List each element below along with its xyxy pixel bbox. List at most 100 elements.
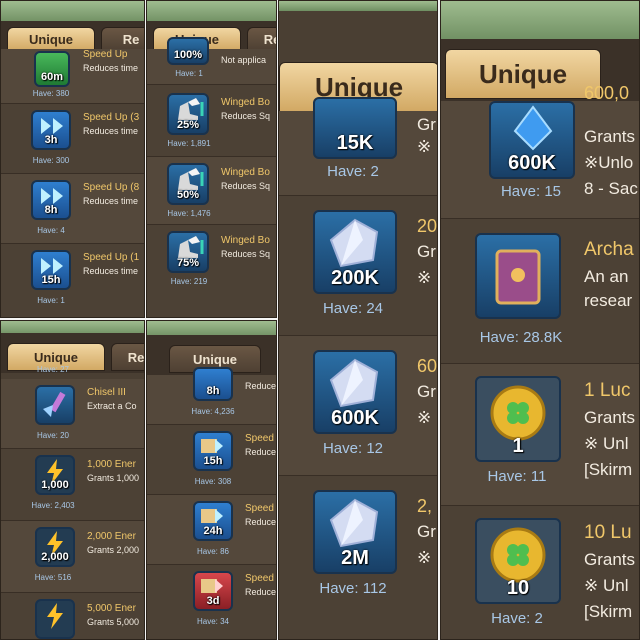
item-name: Winged Bo (221, 97, 270, 108)
item-row[interactable]: 200K Have: 24 20 Gr ※ (279, 196, 437, 336)
item-row[interactable]: 2,000 Have: 516 2,000 Ener Grants 2,000 (1, 521, 144, 593)
item-badge: 3d (206, 595, 220, 607)
item-row[interactable]: Have: 28.8K Archa An an resear (441, 219, 639, 364)
item-badge: 8h (44, 204, 58, 216)
item-note: ※ Unl (584, 576, 629, 595)
item-list[interactable]: 600K Have: 15 600,0 Grants ※Unlo 8 - Sac… (441, 83, 639, 639)
item-description: Reduce (245, 517, 277, 527)
gem-icon (329, 358, 379, 408)
item-count: Have: 380 (32, 89, 70, 98)
lightning-icon (47, 603, 63, 629)
item-description: Reduces time (83, 63, 139, 73)
grass-strip (147, 1, 276, 23)
item-count: Have: 1,891 (167, 139, 211, 148)
item-note: ※ (417, 137, 432, 156)
item-count: Have: 34 (196, 617, 230, 626)
item-description: Reduces Sq (221, 181, 271, 191)
gem-item-icon: 600K (313, 350, 397, 434)
item-count: Have: 24 (322, 300, 384, 317)
item-count: Have: 2 (491, 610, 543, 627)
item-row[interactable]: 1,000 Have: 2,403 1,000 Ener Grants 1,00… (1, 449, 144, 521)
book-icon (495, 249, 541, 305)
speedup-item-icon: 15h (31, 250, 71, 290)
item-extra: [Skirm (584, 460, 633, 479)
item-name: 60 (417, 356, 438, 376)
item-description: Reduce (245, 447, 277, 457)
item-row[interactable]: 1 Have: 11 1 Luc Grants ※ Unl [Skirm (441, 364, 639, 506)
item-note: resear (584, 291, 633, 310)
item-row[interactable]: 600K Have: 15 600,0 Grants ※Unlo 8 - Sac (441, 83, 639, 219)
panel-gems: Unique 15K Have: 2 Gr ※ 200K Have: 24 20… (278, 0, 438, 640)
item-row[interactable]: 24h Have: 86 Speed Reduce (147, 495, 276, 565)
item-row[interactable]: 8h Have: 4 Speed Up (8 Reduces time (1, 174, 144, 244)
item-count: Have: 1 (175, 69, 203, 78)
item-name: 5,000 Ener (87, 603, 136, 614)
item-description: Grants (584, 408, 636, 427)
crystal-item-icon: 600K (489, 101, 575, 179)
item-count: Have: 516 (34, 573, 72, 582)
item-badge: 25% (176, 119, 200, 131)
item-row[interactable]: 50% Have: 1,476 Winged Bo Reduces Sq (147, 157, 276, 225)
tab-unique[interactable]: Unique (7, 27, 95, 51)
panel-research-speedups: Unique 8h Have: 4,236 Reduce 15h Have: 3… (146, 320, 277, 640)
tab-resources[interactable]: Re (101, 27, 144, 51)
item-count: Have: 308 (194, 477, 232, 486)
item-list[interactable]: 8h Have: 4,236 Reduce 15h Have: 308 Spee… (147, 367, 276, 639)
item-row[interactable]: 2M Have: 112 2, Gr ※ (279, 476, 437, 639)
speedup-item-icon: 3h (31, 110, 71, 150)
item-description: Reduces time (83, 196, 139, 206)
item-row[interactable]: 60m Have: 380 Speed Up Reduces time (1, 49, 144, 104)
item-name: Speed (245, 503, 274, 514)
research-speedup-icon: 3d (193, 571, 233, 611)
item-description: Gr (417, 115, 436, 134)
item-row[interactable]: 3h Have: 300 Speed Up (3 Reduces time (1, 104, 144, 174)
panel-speedups: Unique Re 60m Have: 380 Speed Up Reduces… (0, 0, 145, 318)
item-row[interactable]: 5,000 Ener Grants 5,000 (1, 593, 144, 639)
item-row[interactable]: 3d Have: 34 Speed Reduce (147, 565, 276, 639)
panel-winged-boots: Unique Re 100% Have: 1 Not applica 25% H… (146, 0, 277, 318)
item-row[interactable]: 15h Have: 1 Speed Up (1 Reduces time (1, 244, 144, 317)
item-name: Speed Up (3 (83, 112, 140, 123)
item-row[interactable]: 8h Have: 4,236 Reduce (147, 367, 276, 425)
panel-tokens: Unique 600K Have: 15 600,0 Grants ※Unlo … (440, 0, 640, 640)
item-count: Have: 300 (32, 156, 70, 165)
item-row[interactable]: 75% Have: 219 Winged Bo Reduces Sq (147, 225, 276, 317)
energy-item-icon (35, 599, 75, 639)
item-row[interactable]: 15K Have: 2 Gr ※ (279, 97, 437, 196)
item-list[interactable]: 60m Have: 380 Speed Up Reduces time 3h H… (1, 49, 144, 317)
boots-item-icon: 100% (167, 37, 209, 65)
item-row[interactable]: 10 Have: 2 10 Lu Grants ※ Unl [Skirm (441, 506, 639, 639)
item-description: Reduces time (83, 266, 139, 276)
item-name: Winged Bo (221, 235, 270, 246)
lucky-token-icon: 1 (475, 376, 561, 462)
blue-crystal-icon (513, 105, 553, 151)
item-note: ※ (417, 408, 432, 427)
item-row[interactable]: 25% Have: 1,891 Winged Bo Reduces Sq (147, 85, 276, 157)
item-description: Grants (584, 550, 636, 569)
tab-resources[interactable]: Re (111, 343, 144, 371)
item-list[interactable]: 100% Have: 1 Not applica 25% Have: 1,891… (147, 37, 276, 317)
item-count: Have: 11 (487, 468, 547, 485)
item-description: Grants (584, 127, 636, 146)
item-list[interactable]: 15K Have: 2 Gr ※ 200K Have: 24 20 Gr ※ 6… (279, 97, 437, 639)
item-list[interactable]: Have: 20 Chisel III Extract a Co 1,000 H… (1, 379, 144, 639)
item-row[interactable]: 600K Have: 12 60 Gr ※ (279, 336, 437, 476)
item-row[interactable]: 15h Have: 308 Speed Reduce (147, 425, 276, 495)
energy-item-icon: 1,000 (35, 455, 75, 495)
item-badge: 1,000 (41, 479, 69, 491)
item-name: Chisel III (87, 387, 126, 398)
item-row[interactable]: 100% Have: 1 Not applica (147, 37, 276, 85)
gem-item-icon: 200K (313, 210, 397, 294)
item-row[interactable]: Have: 20 Chisel III Extract a Co (1, 379, 144, 449)
tab-unique[interactable]: Unique (445, 49, 601, 99)
item-name: 10 Lu (584, 522, 632, 543)
boots-item-icon: 25% (167, 93, 209, 135)
item-name: Speed Up (1 (83, 252, 140, 263)
item-badge: 200K (331, 267, 379, 289)
item-name: 600,0 (584, 83, 630, 103)
item-note: ※Unlo (584, 153, 634, 172)
item-count: Have: 4 (37, 226, 65, 235)
item-description: Gr (417, 522, 436, 541)
item-badge: 600K (331, 407, 379, 429)
tab-resources[interactable]: Re (247, 27, 276, 51)
